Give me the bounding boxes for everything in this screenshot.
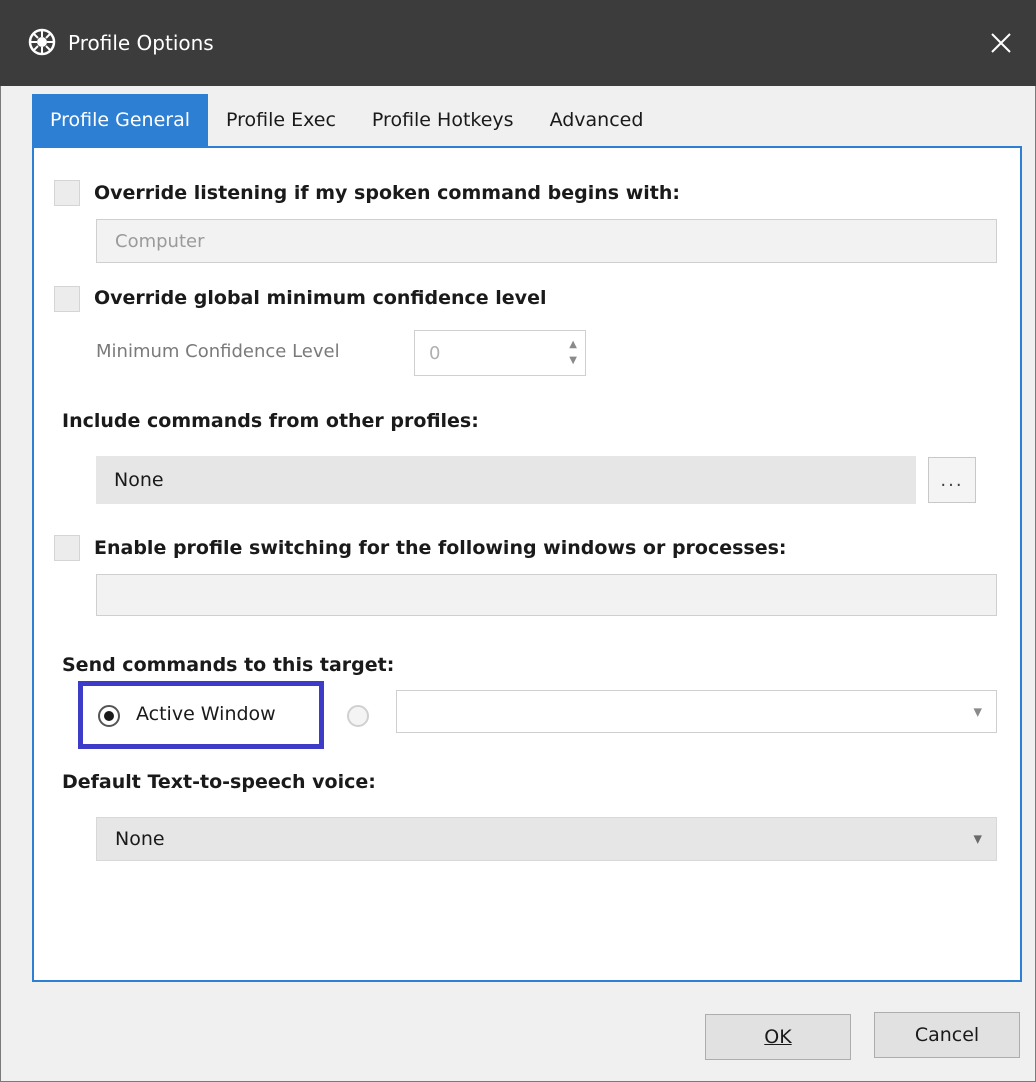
minimum-confidence-label: Minimum Confidence Level <box>96 341 340 362</box>
tts-voice-dropdown[interactable]: None ▼ <box>96 817 997 861</box>
override-listening-input[interactable]: Computer <box>96 219 997 263</box>
tab-bar: Profile General Profile Exec Profile Hot… <box>32 94 661 146</box>
override-listening-checkbox[interactable] <box>54 180 80 206</box>
title-bar: Profile Options <box>0 0 1036 86</box>
override-confidence-checkbox[interactable] <box>54 286 80 312</box>
chevron-down-icon: ▼ <box>973 705 982 718</box>
tts-voice-value: None <box>115 828 165 850</box>
include-commands-value: None <box>114 469 164 491</box>
active-window-label: Active Window <box>136 703 276 725</box>
spinner-arrows[interactable]: ▲ ▼ <box>569 337 577 369</box>
ok-button-label: OK <box>764 1026 792 1048</box>
app-icon <box>28 28 56 56</box>
chevron-down-icon: ▼ <box>973 832 982 846</box>
tts-voice-label: Default Text-to-speech voice: <box>62 771 376 793</box>
cancel-button-label: Cancel <box>914 1024 980 1046</box>
tab-advanced[interactable]: Advanced <box>532 94 662 146</box>
radio-selected-dot <box>104 711 114 721</box>
cancel-button[interactable]: Cancel <box>874 1012 1020 1058</box>
spin-up-icon[interactable]: ▲ <box>569 337 577 353</box>
close-button[interactable] <box>966 0 1036 86</box>
ok-button[interactable]: OK <box>705 1014 851 1060</box>
tab-profile-general[interactable]: Profile General <box>32 94 208 146</box>
profile-switching-label: Enable profile switching for the followi… <box>94 537 787 559</box>
send-target-label: Send commands to this target: <box>62 654 395 676</box>
window-title: Profile Options <box>68 31 214 55</box>
spin-down-icon[interactable]: ▼ <box>569 353 577 369</box>
include-commands-browse-button[interactable]: ... <box>928 457 976 503</box>
override-listening-label: Override listening if my spoken command … <box>94 182 680 204</box>
profile-switching-checkbox[interactable] <box>54 535 80 561</box>
override-listening-placeholder: Computer <box>115 230 205 252</box>
profile-switching-input[interactable] <box>96 574 997 616</box>
active-window-radio[interactable] <box>98 705 120 727</box>
close-icon <box>991 33 1011 53</box>
minimum-confidence-value: 0 <box>429 342 441 364</box>
other-target-radio[interactable] <box>347 705 369 727</box>
tab-profile-exec[interactable]: Profile Exec <box>208 94 354 146</box>
minimum-confidence-spinner[interactable]: 0 ▲ ▼ <box>414 330 586 376</box>
tab-profile-hotkeys[interactable]: Profile Hotkeys <box>354 94 532 146</box>
override-confidence-label: Override global minimum confidence level <box>94 287 547 309</box>
target-window-dropdown[interactable]: ▼ <box>396 690 997 733</box>
include-commands-field: None <box>96 456 916 504</box>
include-commands-label: Include commands from other profiles: <box>62 410 479 432</box>
